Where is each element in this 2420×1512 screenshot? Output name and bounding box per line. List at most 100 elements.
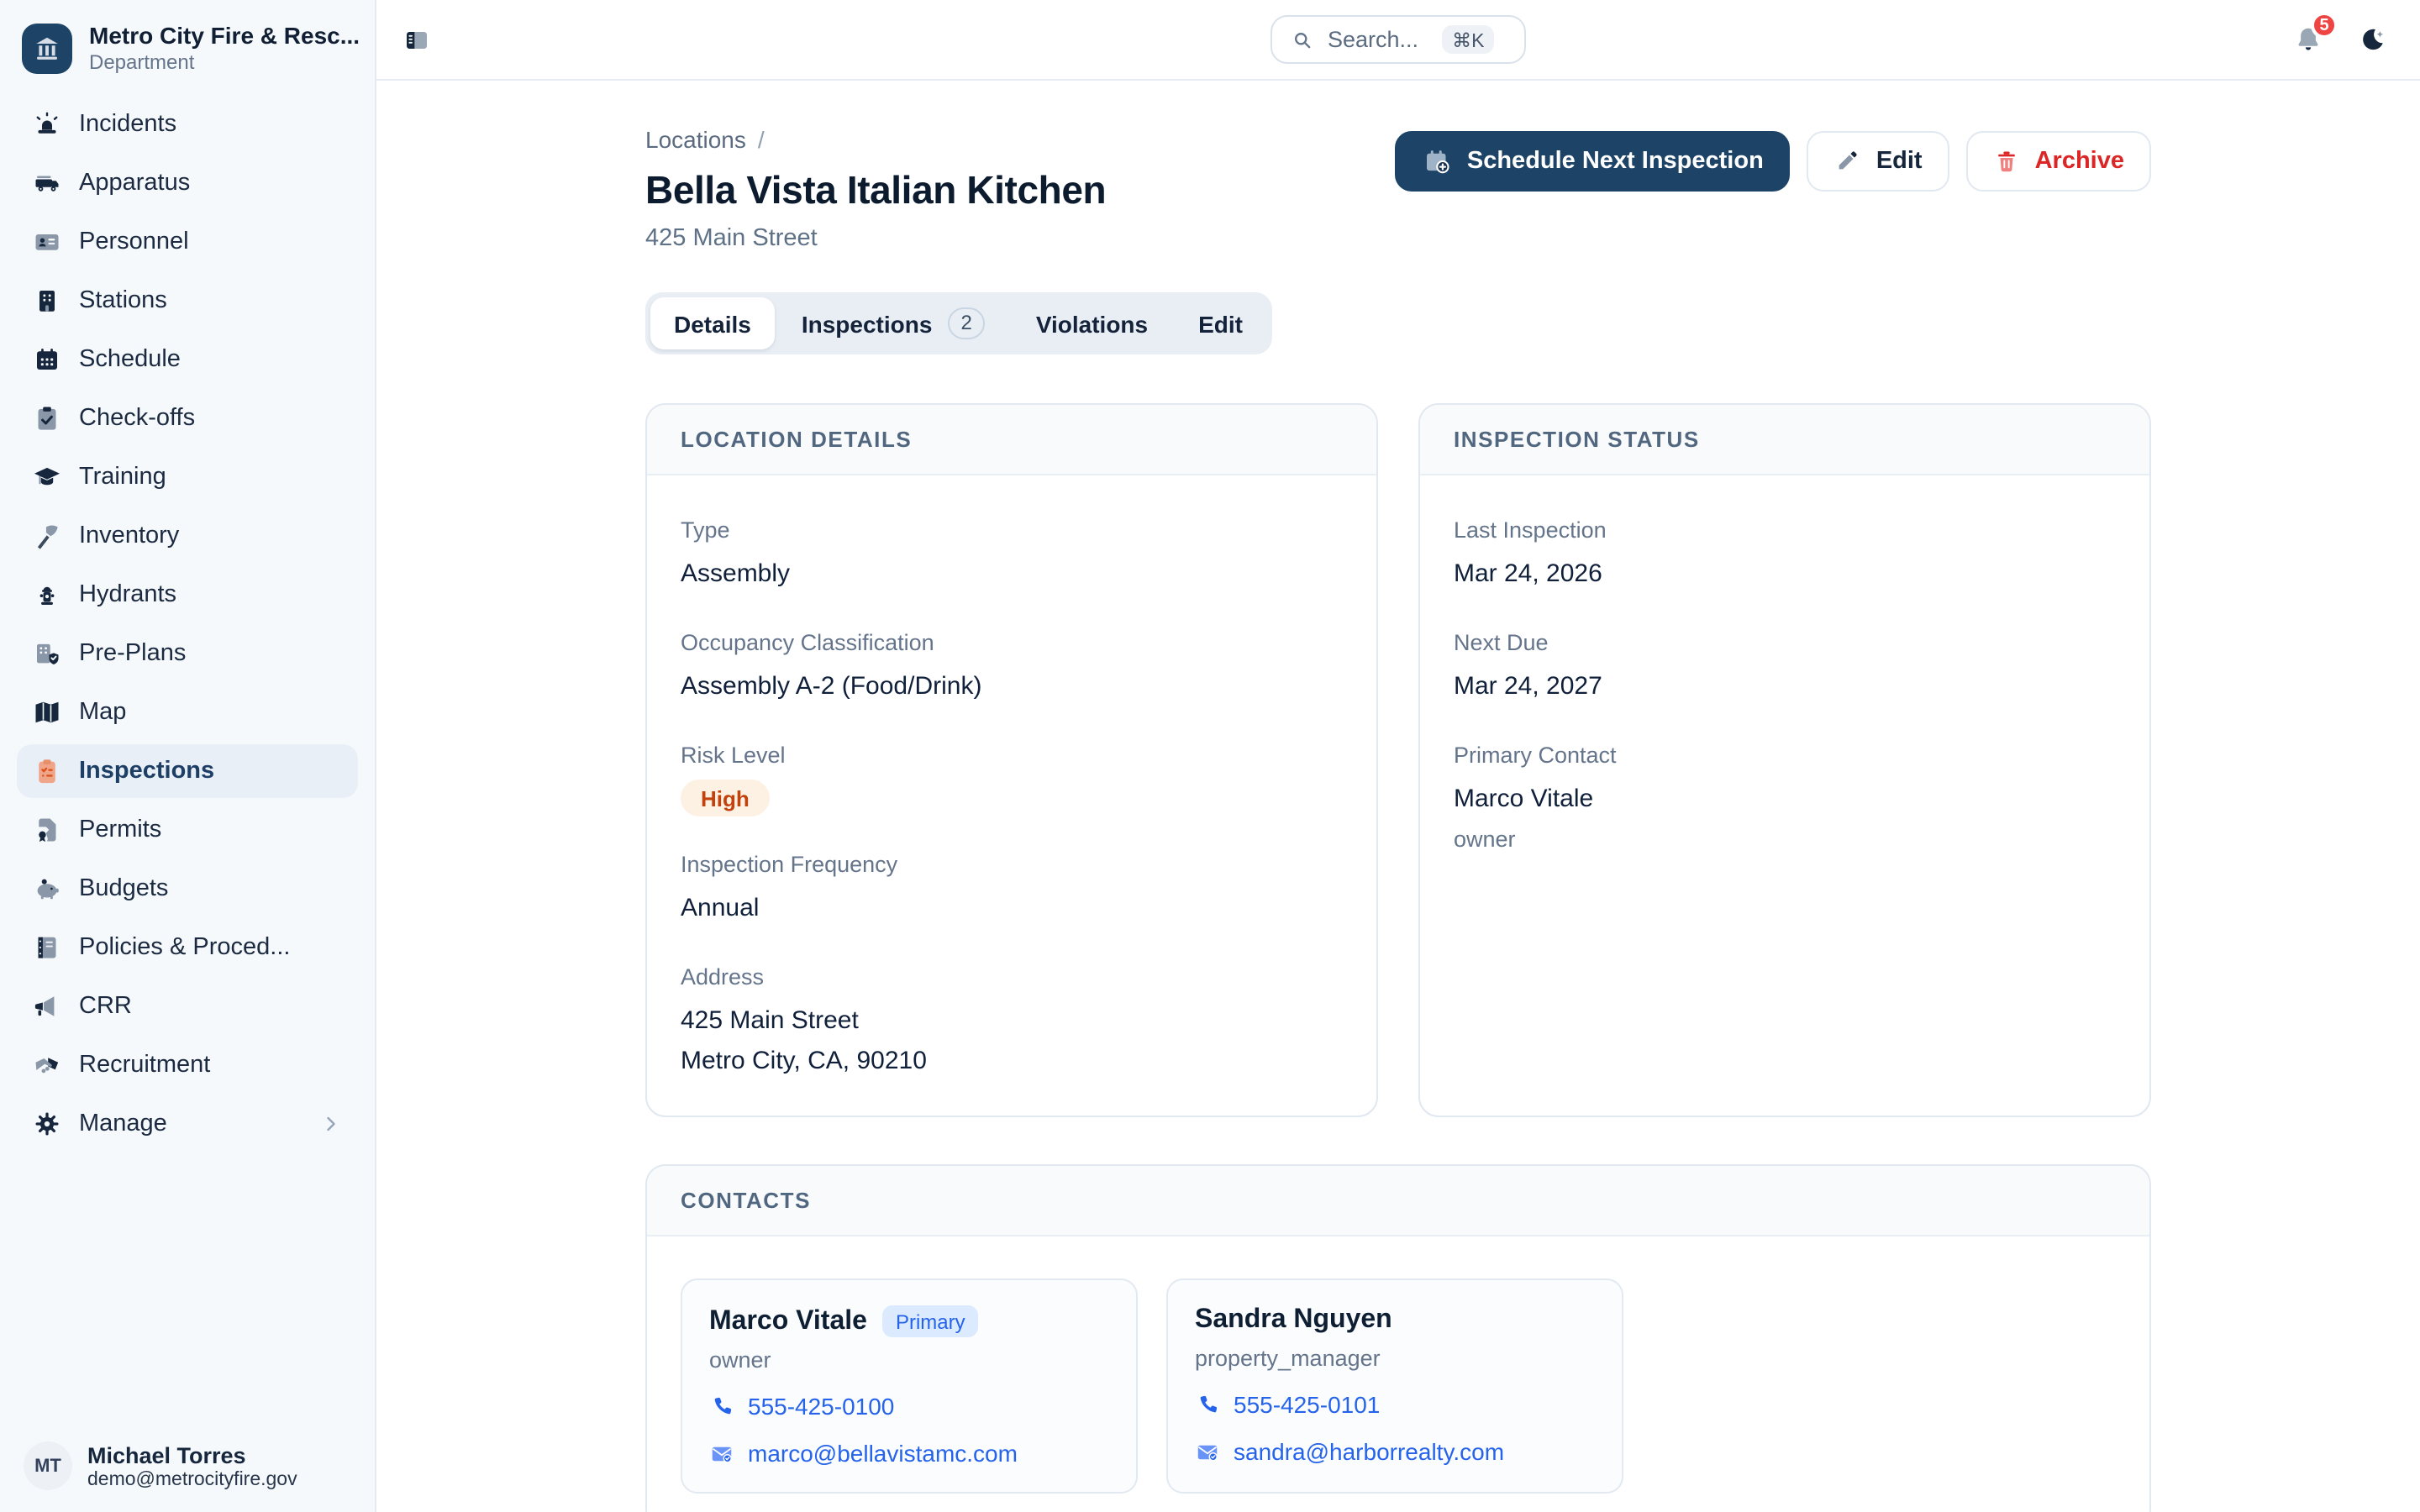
clipboard-list-icon: [32, 756, 62, 786]
sidebar-item-policies[interactable]: Policies & Proced...: [17, 921, 358, 974]
contact-email-link[interactable]: sandra@harborrealty.com: [1195, 1438, 1595, 1465]
moon-icon[interactable]: [2358, 25, 2386, 54]
sidebar-item-label: Incidents: [79, 111, 176, 138]
sidebar-item-label: Stations: [79, 287, 167, 314]
contact-name: Marco Vitale: [709, 1306, 867, 1336]
sidebar-item-budgets[interactable]: Budgets: [17, 862, 358, 916]
bank-building-icon: [32, 33, 62, 63]
avatar: MT: [24, 1441, 72, 1490]
tab-details[interactable]: Details: [650, 297, 775, 349]
sidebar-nav: Incidents Apparatus Personnel Stations S…: [0, 91, 375, 1158]
sidebar-item-crr[interactable]: CRR: [17, 979, 358, 1033]
id-card-icon: [32, 227, 62, 257]
sidebar-item-check-offs[interactable]: Check-offs: [17, 391, 358, 445]
contact-phone-link[interactable]: 555-425-0100: [709, 1393, 1109, 1420]
notifications-button[interactable]: 5: [2292, 24, 2324, 55]
sidebar-item-map[interactable]: Map: [17, 685, 358, 739]
card-title: CONTACTS: [647, 1166, 2149, 1236]
schedule-next-inspection-button[interactable]: Schedule Next Inspection: [1395, 131, 1791, 192]
contact-email-link[interactable]: marco@bellavistamc.com: [709, 1440, 1109, 1467]
contact-role: property_manager: [1195, 1346, 1595, 1371]
org-logo: [22, 23, 72, 73]
contact-card-marco: Marco Vitale Primary owner 555-425-0100: [681, 1278, 1138, 1494]
search-input[interactable]: Search... ⌘K: [1270, 15, 1526, 64]
axe-icon: [32, 521, 62, 551]
sidebar-item-label: Personnel: [79, 228, 189, 255]
sidebar-item-recruitment[interactable]: Recruitment: [17, 1038, 358, 1092]
sidebar-item-training[interactable]: Training: [17, 450, 358, 504]
tab-violations[interactable]: Violations: [1013, 297, 1171, 349]
sidebar-item-label: Inventory: [79, 522, 179, 549]
clipboard-check-icon: [32, 403, 62, 433]
handshake-icon: [32, 1050, 62, 1080]
breadcrumb-locations[interactable]: Locations: [645, 126, 746, 153]
search-placeholder: Search...: [1328, 27, 1418, 52]
tab-inspections[interactable]: Inspections2: [778, 297, 1009, 349]
user-menu[interactable]: MT Michael Torres demo@metrocityfire.gov: [0, 1420, 375, 1512]
sidebar-item-stations[interactable]: Stations: [17, 274, 358, 328]
inspection-status-card: INSPECTION STATUS Last Inspection Mar 24…: [1418, 403, 2151, 1117]
sidebar-item-apparatus[interactable]: Apparatus: [17, 156, 358, 210]
sidebar-item-schedule[interactable]: Schedule: [17, 333, 358, 386]
sidebar-item-permits[interactable]: Permits: [17, 803, 358, 857]
sidebar-item-label: Budgets: [79, 875, 168, 902]
page-header: Locations/ Bella Vista Italian Kitchen 4…: [645, 126, 2151, 252]
edit-button[interactable]: Edit: [1807, 131, 1949, 192]
sidebar-item-label: CRR: [79, 993, 132, 1020]
tab-bar: Details Inspections2 Violations Edit: [645, 292, 1271, 354]
chevron-right-icon: [319, 1112, 343, 1136]
card-title: LOCATION DETAILS: [647, 405, 1376, 475]
org-subtitle: Department: [89, 50, 360, 74]
field-type: Type Assembly: [681, 517, 1343, 595]
building-shield-icon: [32, 638, 62, 669]
content-scroll[interactable]: Locations/ Bella Vista Italian Kitchen 4…: [376, 81, 2420, 1512]
piggy-bank-icon: [32, 874, 62, 904]
sidebar-item-label: Policies & Proced...: [79, 934, 290, 961]
phone-icon: [709, 1394, 734, 1419]
field-occupancy-classification: Occupancy Classification Assembly A-2 (F…: [681, 630, 1343, 707]
field-inspection-frequency: Inspection Frequency Annual: [681, 852, 1343, 929]
map-icon: [32, 697, 62, 727]
breadcrumb-separator: /: [758, 126, 765, 153]
tab-edit[interactable]: Edit: [1175, 297, 1266, 349]
topbar: Search... ⌘K 5: [376, 0, 2420, 81]
breadcrumb: Locations /: [645, 126, 1106, 153]
contact-phone-link[interactable]: 555-425-0101: [1195, 1391, 1595, 1418]
inspections-count-badge: 2: [947, 307, 985, 339]
sidebar-item-manage[interactable]: Manage: [17, 1097, 358, 1151]
sidebar: Metro City Fire & Resc... Department Inc…: [0, 0, 376, 1512]
user-email: demo@metrocityfire.gov: [87, 1469, 297, 1489]
sidebar-item-pre-plans[interactable]: Pre-Plans: [17, 627, 358, 680]
contact-name: Sandra Nguyen: [1195, 1305, 1392, 1336]
search-shortcut: ⌘K: [1442, 25, 1494, 54]
field-risk-level: Risk Level High: [681, 743, 1343, 816]
schedule-button-label: Schedule Next Inspection: [1467, 148, 1764, 175]
sidebar-item-label: Inspections: [79, 758, 214, 785]
sidebar-item-incidents[interactable]: Incidents: [17, 97, 358, 151]
sidebar-item-label: Manage: [79, 1110, 167, 1137]
sidebar-item-personnel[interactable]: Personnel: [17, 215, 358, 269]
trash-icon: [1993, 148, 2020, 175]
sidebar-item-label: Hydrants: [79, 581, 176, 608]
location-details-card: LOCATION DETAILS Type Assembly Occupancy…: [645, 403, 1378, 1117]
panel-left-icon[interactable]: [403, 26, 430, 53]
field-primary-contact: Primary Contact Marco Vitale owner: [1454, 743, 2116, 852]
megaphone-icon: [32, 991, 62, 1021]
org-header[interactable]: Metro City Fire & Resc... Department: [0, 0, 375, 91]
pencil-icon: [1834, 148, 1861, 175]
sidebar-item-inventory[interactable]: Inventory: [17, 509, 358, 563]
page-title: Bella Vista Italian Kitchen: [645, 168, 1106, 213]
contact-role: owner: [709, 1347, 1109, 1373]
notification-badge: 5: [2311, 12, 2338, 39]
mail-icon: [1195, 1439, 1220, 1464]
sidebar-item-inspections[interactable]: Inspections: [17, 744, 358, 798]
gear-icon: [32, 1109, 62, 1139]
archive-button[interactable]: Archive: [1966, 131, 2151, 192]
sidebar-item-label: Apparatus: [79, 170, 190, 197]
main-area: Search... ⌘K 5 Locations /: [376, 0, 2420, 1512]
phone-icon: [1195, 1392, 1220, 1417]
sidebar-item-hydrants[interactable]: Hydrants: [17, 568, 358, 622]
user-name: Michael Torres: [87, 1442, 297, 1467]
card-title: INSPECTION STATUS: [1420, 405, 2149, 475]
sidebar-item-label: Training: [79, 464, 166, 491]
